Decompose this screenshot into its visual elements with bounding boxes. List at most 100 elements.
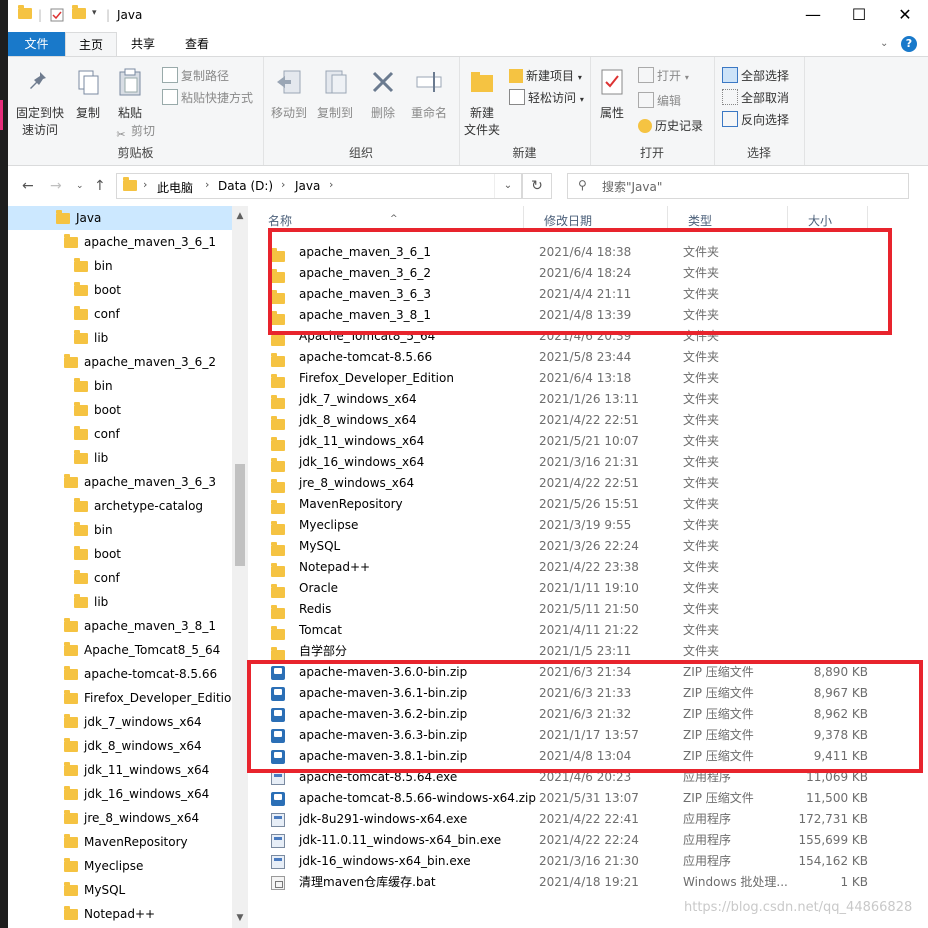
tree-item[interactable]: apache_maven_3_8_1 [8, 614, 232, 638]
column-header-name[interactable]: 名称 ^ [248, 206, 524, 232]
tree-item[interactable]: boot [8, 278, 232, 302]
copy-button[interactable]: 复制 [70, 67, 106, 121]
file-row[interactable]: apache-tomcat-8.5.64.exe 2021/4/6 20:23 应用… [268, 767, 868, 788]
move-to-button[interactable]: 移动到 [267, 67, 311, 121]
file-row[interactable]: apache-maven-3.6.0-bin.zip 2021/6/3 21:34… [268, 662, 868, 683]
tree-item[interactable]: bin [8, 518, 232, 542]
search-input[interactable] [600, 177, 904, 197]
paste-button[interactable]: 粘贴 [112, 67, 148, 121]
tree-item[interactable]: MavenRepository [8, 830, 232, 854]
rename-button[interactable]: 重命名 [403, 67, 455, 121]
select-none-button[interactable]: 全部取消 [722, 89, 789, 106]
file-row[interactable]: Myeclipse 2021/3/19 9:55 文件夹 [268, 515, 868, 536]
scroll-up-icon[interactable]: ▲ [232, 208, 248, 224]
tree-item[interactable]: lib [8, 446, 232, 470]
new-folder-quick-icon[interactable] [72, 5, 86, 22]
file-row[interactable]: apache-maven-3.8.1-bin.zip 2021/4/8 13:04… [268, 746, 868, 767]
new-item-button[interactable]: 新建项目 ▾ [509, 67, 582, 84]
file-row[interactable]: Redis 2021/5/11 21:50 文件夹 [268, 599, 868, 620]
cut-button[interactable]: ✂ 剪切 [114, 122, 155, 142]
chevron-down-icon[interactable]: ⌄ [494, 174, 521, 198]
breadcrumb-this-pc[interactable]: 此电脑 [157, 179, 193, 196]
file-row[interactable]: jdk-16_windows-x64_bin.exe 2021/3/16 21:3… [268, 851, 868, 872]
column-header-date[interactable]: 修改日期 [524, 206, 668, 232]
file-row[interactable]: apache_maven_3_6_3 2021/4/4 21:11 文件夹 [268, 284, 868, 305]
tree-item[interactable]: apache_maven_3_6_3 [8, 470, 232, 494]
tab-home[interactable]: 主页 [65, 32, 117, 56]
file-row[interactable]: apache_maven_3_6_2 2021/6/4 18:24 文件夹 [268, 263, 868, 284]
breadcrumb-drive[interactable]: Data (D:) [218, 179, 273, 193]
file-row[interactable]: apache-maven-3.6.2-bin.zip 2021/6/3 21:32… [268, 704, 868, 725]
tab-share[interactable]: 共享 [120, 32, 166, 56]
up-arrow-icon[interactable]: ↑ [94, 178, 106, 194]
chevron-right-icon[interactable]: › [143, 178, 147, 191]
minimize-button[interactable]: — [790, 0, 836, 32]
easy-access-button[interactable]: 轻松访问 ▾ [509, 89, 584, 106]
select-all-button[interactable]: 全部选择 [722, 67, 789, 84]
tree-item[interactable]: Notepad++ [8, 902, 232, 926]
properties-quick-icon[interactable] [50, 8, 64, 25]
file-row[interactable]: jdk_16_windows_x64 2021/3/16 21:31 文件夹 [268, 452, 868, 473]
edit-button[interactable]: 编辑 [638, 92, 681, 109]
file-row[interactable]: 清理maven仓库缓存.bat 2021/4/18 19:21 Windows 批处… [268, 872, 868, 893]
tree-item[interactable]: jdk_11_windows_x64 [8, 758, 232, 782]
tree-item[interactable]: jre_8_windows_x64 [8, 806, 232, 830]
tree-item[interactable]: Apache_Tomcat8_5_64 [8, 638, 232, 662]
address-bar[interactable]: › 此电脑 › Data (D:) › Java › ⌄ [116, 173, 522, 199]
file-row[interactable]: Apache_Tomcat8_5_64 2021/4/6 20:39 文件夹 [268, 326, 868, 347]
chevron-down-icon[interactable]: ⌄ [880, 38, 888, 49]
column-header-size[interactable]: 大小 [788, 206, 868, 232]
tree-item[interactable]: boot [8, 542, 232, 566]
file-row[interactable]: jdk-11.0.11_windows-x64_bin.exe 2021/4/22… [268, 830, 868, 851]
open-button[interactable]: 打开 ▾ [638, 67, 689, 84]
file-row[interactable]: Oracle 2021/1/11 19:10 文件夹 [268, 578, 868, 599]
file-row[interactable]: apache-maven-3.6.1-bin.zip 2021/6/3 21:33… [268, 683, 868, 704]
copy-path-button[interactable]: 复制路径 [162, 67, 229, 84]
tree-item[interactable]: conf [8, 422, 232, 446]
file-row[interactable]: apache-maven-3.6.3-bin.zip 2021/1/17 13:5… [268, 725, 868, 746]
file-row[interactable]: apache_maven_3_8_1 2021/4/8 13:39 文件夹 [268, 305, 868, 326]
tab-file[interactable]: 文件 [8, 32, 65, 56]
file-row[interactable]: jdk_11_windows_x64 2021/5/21 10:07 文件夹 [268, 431, 868, 452]
delete-button[interactable]: 删除 [365, 67, 401, 121]
file-row[interactable]: jdk-8u291-windows-x64.exe 2021/4/22 22:41… [268, 809, 868, 830]
tree-item[interactable]: bin [8, 254, 232, 278]
new-folder-button[interactable]: 新建 文件夹 [461, 67, 503, 138]
tree-item[interactable]: lib [8, 326, 232, 350]
tree-item[interactable]: apache_maven_3_6_2 [8, 350, 232, 374]
file-row[interactable]: MySQL 2021/3/26 22:24 文件夹 [268, 536, 868, 557]
tree-item[interactable]: Myeclipse [8, 854, 232, 878]
file-row[interactable]: 自学部分 2021/1/5 23:11 文件夹 [268, 641, 868, 662]
file-row[interactable]: apache-tomcat-8.5.66-windows-x64.zip 2021… [268, 788, 868, 809]
help-icon[interactable]: ? [901, 36, 917, 52]
tree-item[interactable]: apache-tomcat-8.5.66 [8, 662, 232, 686]
tree-item[interactable]: jdk_7_windows_x64 [8, 710, 232, 734]
back-arrow-icon[interactable]: ← [22, 178, 34, 194]
scroll-down-icon[interactable]: ▼ [232, 910, 248, 926]
customize-toolbar-icon[interactable]: ▾ [92, 8, 97, 18]
tree-item[interactable]: MySQL [8, 878, 232, 902]
copy-to-button[interactable]: 复制到 [313, 67, 357, 121]
close-button[interactable]: ✕ [882, 0, 928, 32]
tree-item[interactable]: Firefox_Developer_Edition [8, 686, 239, 710]
column-header-type[interactable]: 类型 [668, 206, 788, 232]
file-row[interactable]: Firefox_Developer_Edition 2021/6/4 13:18 文… [268, 368, 868, 389]
tree-item[interactable]: apache_maven_3_6_1 [8, 230, 232, 254]
navigation-pane-scrollbar[interactable]: ▲ ▼ [232, 206, 248, 928]
chevron-right-icon[interactable]: › [329, 178, 333, 191]
tree-item[interactable]: boot [8, 398, 232, 422]
file-row[interactable]: Tomcat 2021/4/11 21:22 文件夹 [268, 620, 868, 641]
scrollbar-thumb[interactable] [235, 464, 245, 566]
invert-selection-button[interactable]: 反向选择 [722, 111, 789, 128]
file-row[interactable]: jdk_8_windows_x64 2021/4/22 22:51 文件夹 [268, 410, 868, 431]
properties-button[interactable]: 属性 [594, 67, 630, 121]
paste-shortcut-button[interactable]: 粘贴快捷方式 [162, 89, 253, 106]
file-row[interactable]: apache-tomcat-8.5.66 2021/5/8 23:44 文件夹 [268, 347, 868, 368]
forward-arrow-icon[interactable]: → [50, 178, 62, 194]
tree-item[interactable]: conf [8, 566, 232, 590]
tree-item[interactable]: jdk_8_windows_x64 [8, 734, 232, 758]
file-row[interactable]: jre_8_windows_x64 2021/4/22 22:51 文件夹 [268, 473, 868, 494]
recent-locations-icon[interactable]: ⌄ [76, 181, 84, 191]
history-button[interactable]: 历史记录 [638, 117, 703, 134]
tree-item[interactable]: archetype-catalog [8, 494, 232, 518]
